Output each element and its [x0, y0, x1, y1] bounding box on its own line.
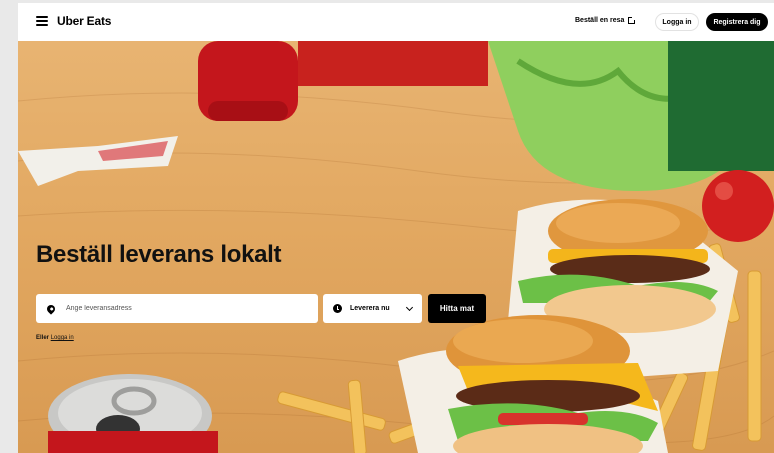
- find-food-button[interactable]: Hitta mat: [428, 294, 486, 323]
- delivery-time-dropdown[interactable]: Leverera nu: [323, 294, 422, 323]
- browser-viewport: Uber Eats Beställ en resa Logga in Regis…: [18, 3, 774, 453]
- menu-icon[interactable]: [36, 16, 48, 26]
- address-field[interactable]: [36, 294, 318, 323]
- chevron-down-icon: [405, 303, 414, 312]
- signup-button[interactable]: Registrera dig: [706, 13, 768, 31]
- or-login-line: Eller Logga in: [36, 335, 74, 341]
- location-pin-icon: [45, 302, 57, 315]
- logo[interactable]: Uber Eats: [57, 14, 111, 28]
- or-prefix: Eller: [36, 335, 50, 341]
- clock-icon: [333, 304, 342, 313]
- login-button[interactable]: Logga in: [655, 13, 699, 31]
- hero-headline: Beställ leverans lokalt: [36, 241, 282, 268]
- hero-section: Beställ leverans lokalt Leverera nu Hitt…: [18, 41, 774, 453]
- external-link-icon: [628, 16, 637, 24]
- address-input[interactable]: [64, 304, 318, 313]
- order-ride-link[interactable]: Beställ en resa: [575, 16, 637, 24]
- order-ride-label: Beställ en resa: [575, 17, 625, 24]
- top-navigation: Uber Eats Beställ en resa Logga in Regis…: [18, 3, 774, 41]
- or-login-link[interactable]: Logga in: [51, 335, 74, 341]
- delivery-time-label: Leverera nu: [350, 305, 390, 312]
